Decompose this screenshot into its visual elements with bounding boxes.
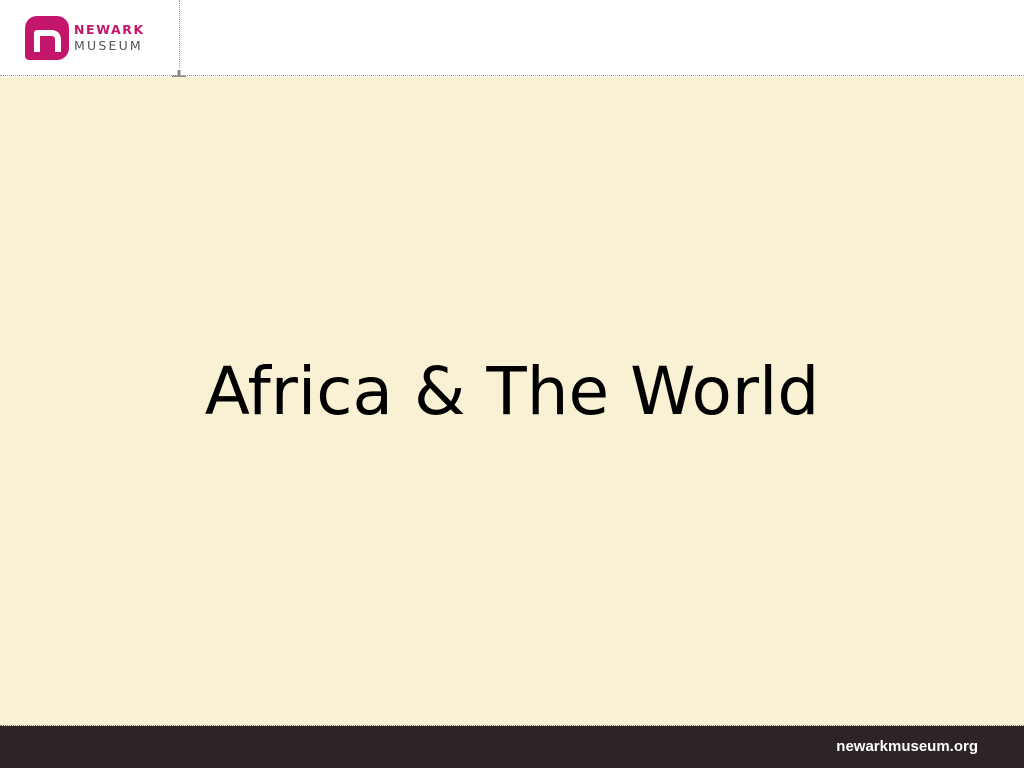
slide-title: Africa & The World [204, 353, 820, 430]
slide-footer: newarkmuseum.org [0, 726, 1024, 768]
header-vertical-divider [179, 0, 180, 68]
slide-header: NEWARK MUSEUM [0, 0, 1024, 84]
newark-museum-logo: NEWARK MUSEUM [25, 16, 145, 60]
slide-body: Africa & The World [0, 77, 1024, 726]
logo-text-line1: NEWARK [74, 22, 145, 37]
logo-text-line2: MUSEUM [74, 37, 143, 53]
newark-museum-logo-icon [25, 16, 69, 60]
header-horizontal-divider [0, 75, 1024, 76]
footer-website-link[interactable]: newarkmuseum.org [836, 739, 978, 754]
slide: NEWARK MUSEUM Africa & The World newarkm… [0, 0, 1024, 768]
logo-wordmark: NEWARK MUSEUM [74, 22, 145, 53]
